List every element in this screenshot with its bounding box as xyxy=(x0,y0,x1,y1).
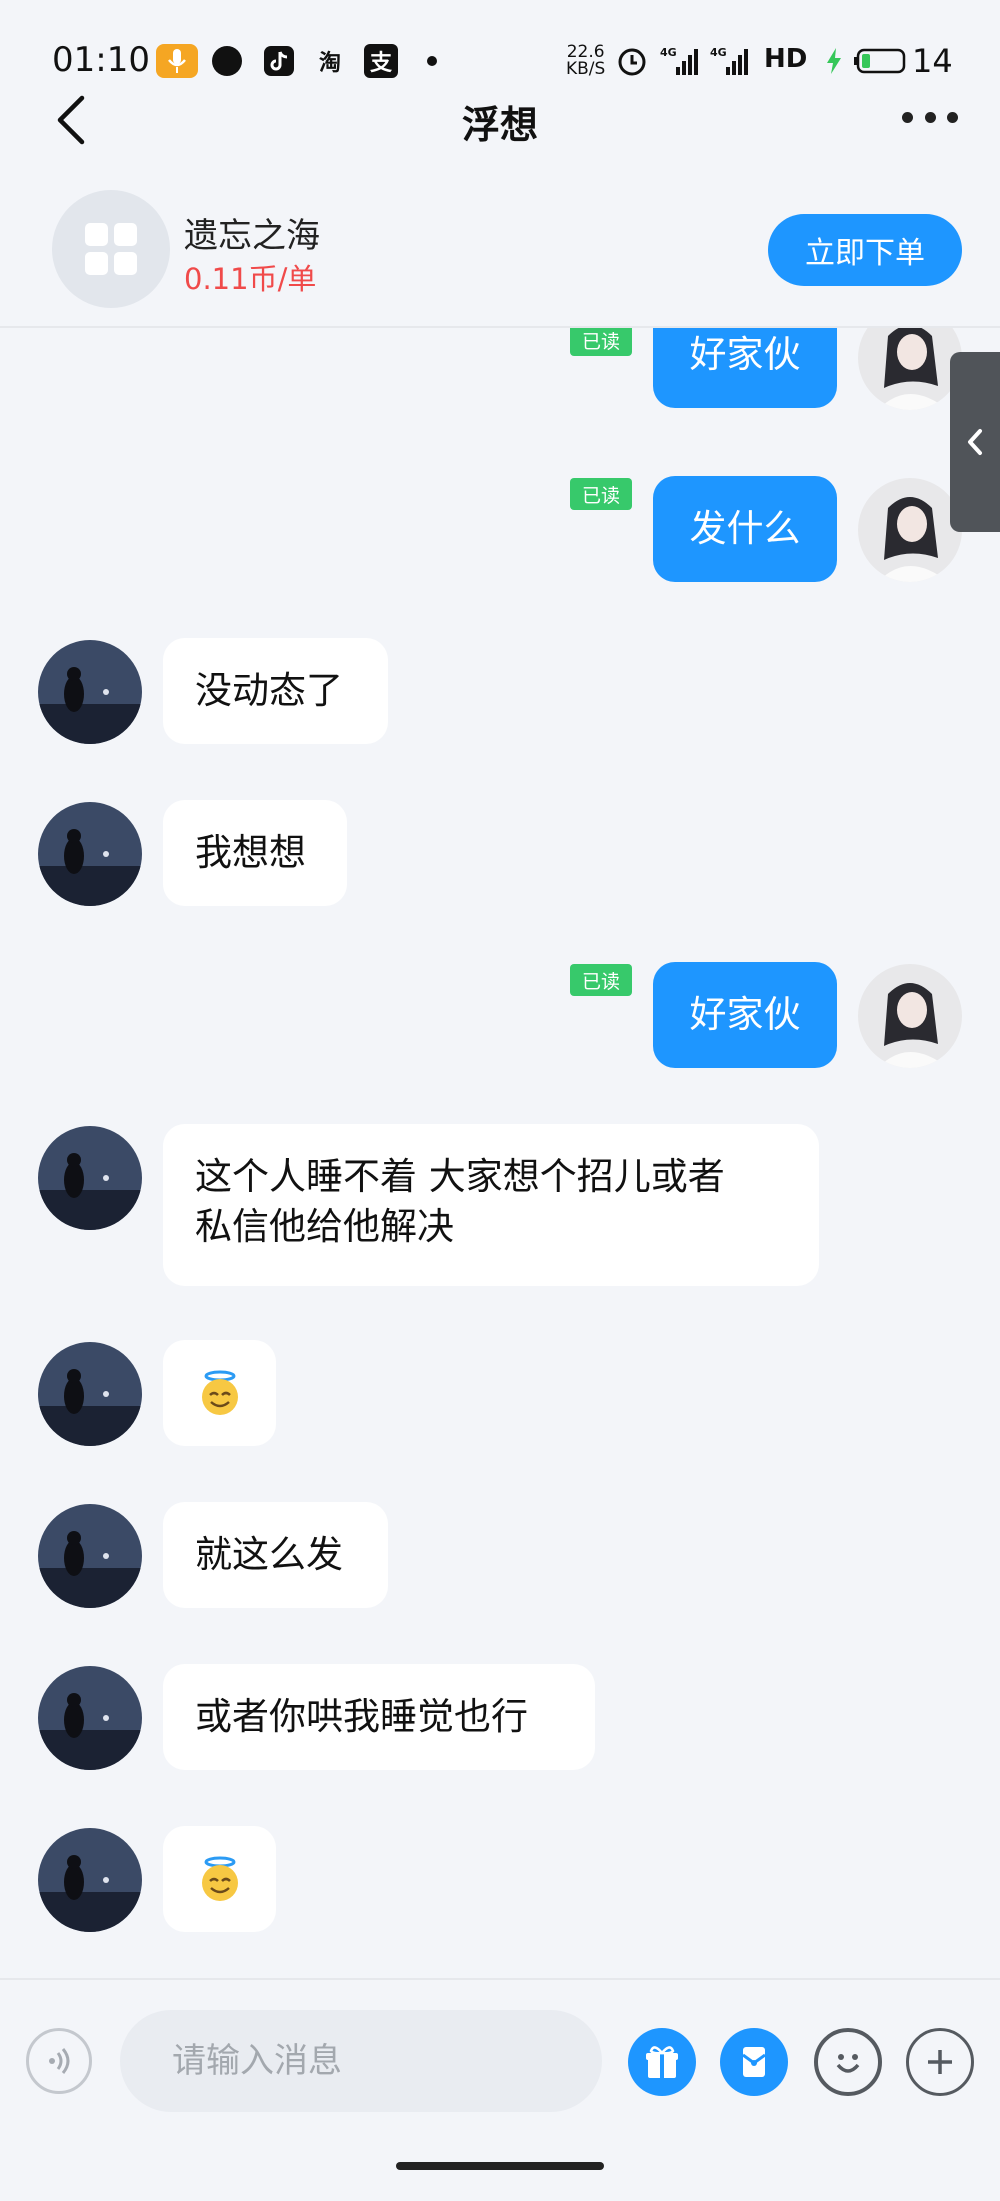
contact-avatar[interactable] xyxy=(38,640,142,744)
message-bubble-received[interactable]: 我想想 xyxy=(163,800,347,906)
battery-icon xyxy=(852,44,908,78)
service-name: 遗忘之海 xyxy=(184,216,320,256)
message-line: 私信他给他解决 xyxy=(195,1205,454,1248)
dot-icon xyxy=(426,44,438,78)
service-avatar[interactable] xyxy=(52,190,170,308)
message-bubble-received[interactable] xyxy=(163,1340,276,1446)
chat-area[interactable]: 已读 好家伙 已读 发什么 没动态了 我想想 已读 好家伙 这个人睡不着 大家想… xyxy=(0,328,1000,1978)
network-label-2: 4G xyxy=(710,46,727,59)
message-line: 这个人睡不着 大家想个招儿或者 xyxy=(195,1155,725,1198)
service-price: 0.11币/单 xyxy=(184,262,317,296)
side-panel-toggle[interactable] xyxy=(950,352,1000,532)
signal-icon-2: 4G xyxy=(710,44,750,78)
voice-button[interactable] xyxy=(26,2028,92,2094)
message-bubble-sent[interactable]: 发什么 xyxy=(653,476,837,582)
contact-avatar[interactable] xyxy=(38,1126,142,1230)
message-bubble-sent[interactable]: 好家伙 xyxy=(653,328,837,408)
mic-icon xyxy=(156,44,198,78)
smiley-icon xyxy=(836,2054,860,2073)
gift-icon xyxy=(646,2046,678,2078)
chevron-left-icon xyxy=(968,429,982,455)
home-indicator[interactable] xyxy=(396,2162,604,2170)
more-options-button[interactable] xyxy=(902,112,958,128)
network-speed: 22.6 KB/S xyxy=(566,44,605,78)
speed-unit: KB/S xyxy=(566,59,606,79)
emoji-button[interactable] xyxy=(814,2028,882,2096)
contact-avatar[interactable] xyxy=(38,1666,142,1770)
alipay-icon: 支 xyxy=(364,44,398,78)
message-input[interactable] xyxy=(120,2010,602,2112)
red-packet-button[interactable] xyxy=(720,2028,788,2096)
add-button[interactable] xyxy=(906,2028,974,2096)
contact-avatar[interactable] xyxy=(38,1504,142,1608)
charging-icon xyxy=(824,44,844,78)
contact-avatar[interactable] xyxy=(38,1828,142,1932)
user-avatar[interactable] xyxy=(858,328,962,410)
alarm-icon xyxy=(614,44,650,78)
message-bubble-sent[interactable]: 好家伙 xyxy=(653,962,837,1068)
user-avatar[interactable] xyxy=(858,964,962,1068)
gift-button[interactable] xyxy=(628,2028,696,2096)
message-bubble-received[interactable]: 这个人睡不着 大家想个招儿或者 私信他给他解决 xyxy=(163,1124,819,1286)
smiling-face-with-halo-icon xyxy=(201,1856,238,1901)
read-badge: 已读 xyxy=(570,964,632,996)
smiling-face-with-halo-icon xyxy=(201,1370,238,1415)
tiktok-icon xyxy=(262,44,296,78)
plus-icon xyxy=(928,2050,952,2074)
bubble-app-icon xyxy=(210,44,244,78)
voice-icon xyxy=(49,2048,70,2074)
more-dot xyxy=(924,112,936,123)
user-avatar[interactable] xyxy=(858,478,962,582)
message-bubble-received[interactable]: 就这么发 xyxy=(163,1502,388,1608)
message-bubble-received[interactable] xyxy=(163,1826,276,1932)
page-title: 浮想 xyxy=(461,103,538,147)
message-bubble-received[interactable]: 没动态了 xyxy=(163,638,388,744)
message-bubble-received[interactable]: 或者你哄我睡觉也行 xyxy=(163,1664,595,1770)
battery-level: 14 xyxy=(912,42,953,80)
taobao-icon: 淘 xyxy=(318,51,341,76)
signal-icon-1: 4G xyxy=(660,44,700,78)
more-dot xyxy=(902,112,913,123)
contact-avatar[interactable] xyxy=(38,1342,142,1446)
hd-label: HD xyxy=(764,44,808,74)
read-badge: 已读 xyxy=(570,478,632,510)
status-time: 01:10 xyxy=(52,40,150,80)
network-label-1: 4G xyxy=(660,46,677,59)
read-badge: 已读 xyxy=(570,328,632,356)
more-dot xyxy=(947,112,958,123)
grid-icon xyxy=(85,223,137,275)
red-packet-icon xyxy=(742,2047,766,2077)
order-now-button[interactable]: 立即下单 xyxy=(768,214,962,286)
contact-avatar[interactable] xyxy=(38,802,142,906)
